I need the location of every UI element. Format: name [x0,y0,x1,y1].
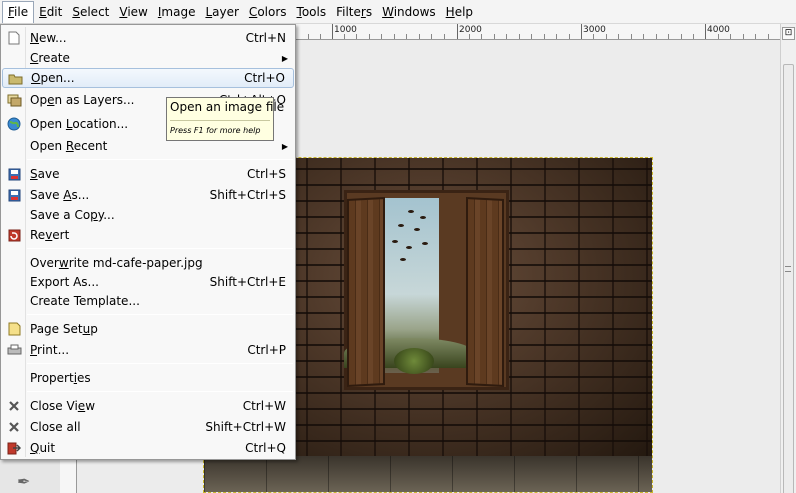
vertical-scrollbar[interactable]: ⊡ [780,24,796,493]
menu-help[interactable]: Help [441,1,478,23]
scrollbar-thumb[interactable] [783,64,794,493]
submenu-arrow-icon: ▶ [281,53,288,63]
right-shutter [466,197,504,387]
menu-item-save-as[interactable]: Save As... Shift+Ctrl+S [2,185,294,205]
left-shutter [347,197,385,387]
folder-open-icon [7,71,23,87]
open-tooltip: Open an image file Press F1 for more hel… [166,97,284,141]
menu-edit[interactable]: Edit [34,1,67,23]
file-menu-dropdown: New... Ctrl+N Create ▶ Open... Ctrl+O Op… [0,24,296,460]
menu-file[interactable]: File [2,0,35,23]
menu-item-close-all[interactable]: Close all Shift+Ctrl+W [2,417,294,437]
zoom-toggle-icon[interactable]: ⊡ [782,27,795,40]
menu-item-overwrite[interactable]: Overwrite md-cafe-paper.jpg [2,253,294,273]
menu-windows[interactable]: Windows [377,1,441,23]
open-layers-icon [6,92,22,108]
page-setup-icon [6,321,22,337]
menu-separator [27,391,293,392]
menu-filters[interactable]: Filters [331,1,377,23]
menu-view[interactable]: View [114,1,152,23]
quit-icon [6,440,22,456]
new-file-icon [6,30,22,46]
menu-item-save-copy[interactable]: Save a Copy... [2,205,294,225]
bush [394,348,434,374]
menu-item-create[interactable]: Create ▶ [2,48,294,68]
menu-item-create-template[interactable]: Create Template... [2,291,294,311]
menu-item-export-as[interactable]: Export As... Shift+Ctrl+E [2,272,294,292]
menu-item-print[interactable]: Print... Ctrl+P [2,340,294,360]
close-x-icon [6,419,22,435]
menu-image[interactable]: Image [153,1,201,23]
birds [392,206,432,266]
menu-separator [27,159,293,160]
menu-separator [27,314,293,315]
tile-floor [204,456,652,492]
menu-item-open[interactable]: Open... Ctrl+O [2,68,294,88]
menu-item-close-view[interactable]: Close View Ctrl+W [2,396,294,416]
menu-separator [27,248,293,249]
menu-item-quit[interactable]: Quit Ctrl+Q [2,438,294,458]
menu-colors[interactable]: Colors [244,1,292,23]
save-as-icon [6,187,22,203]
menu-bar: File Edit Select View Image Layer Colors… [0,0,796,24]
close-x-icon [6,398,22,414]
ruler-label: 1000 [334,25,357,35]
menu-select[interactable]: Select [67,1,114,23]
menu-item-page-setup[interactable]: Page Setup [2,319,294,339]
print-icon [6,342,22,358]
menu-layer[interactable]: Layer [200,1,243,23]
feather-tool-icon[interactable]: ✒ [17,472,30,491]
tooltip-divider [170,120,270,121]
menu-item-revert[interactable]: Revert [2,225,294,245]
menu-separator [27,363,293,364]
scrollbar-grip [785,266,791,272]
submenu-arrow-icon: ▶ [281,141,288,151]
ruler-label: 2000 [459,25,482,35]
revert-icon [6,227,22,243]
tooltip-hint: Press F1 for more help [170,126,261,135]
ruler-label: 3000 [583,25,606,35]
tooltip-title: Open an image file [170,100,285,114]
menu-item-save[interactable]: Save Ctrl+S [2,164,294,184]
globe-icon [6,116,22,132]
menu-item-properties[interactable]: Properties [2,368,294,388]
menu-tools[interactable]: Tools [292,1,332,23]
save-icon [6,166,22,182]
menu-item-new[interactable]: New... Ctrl+N [2,28,294,48]
